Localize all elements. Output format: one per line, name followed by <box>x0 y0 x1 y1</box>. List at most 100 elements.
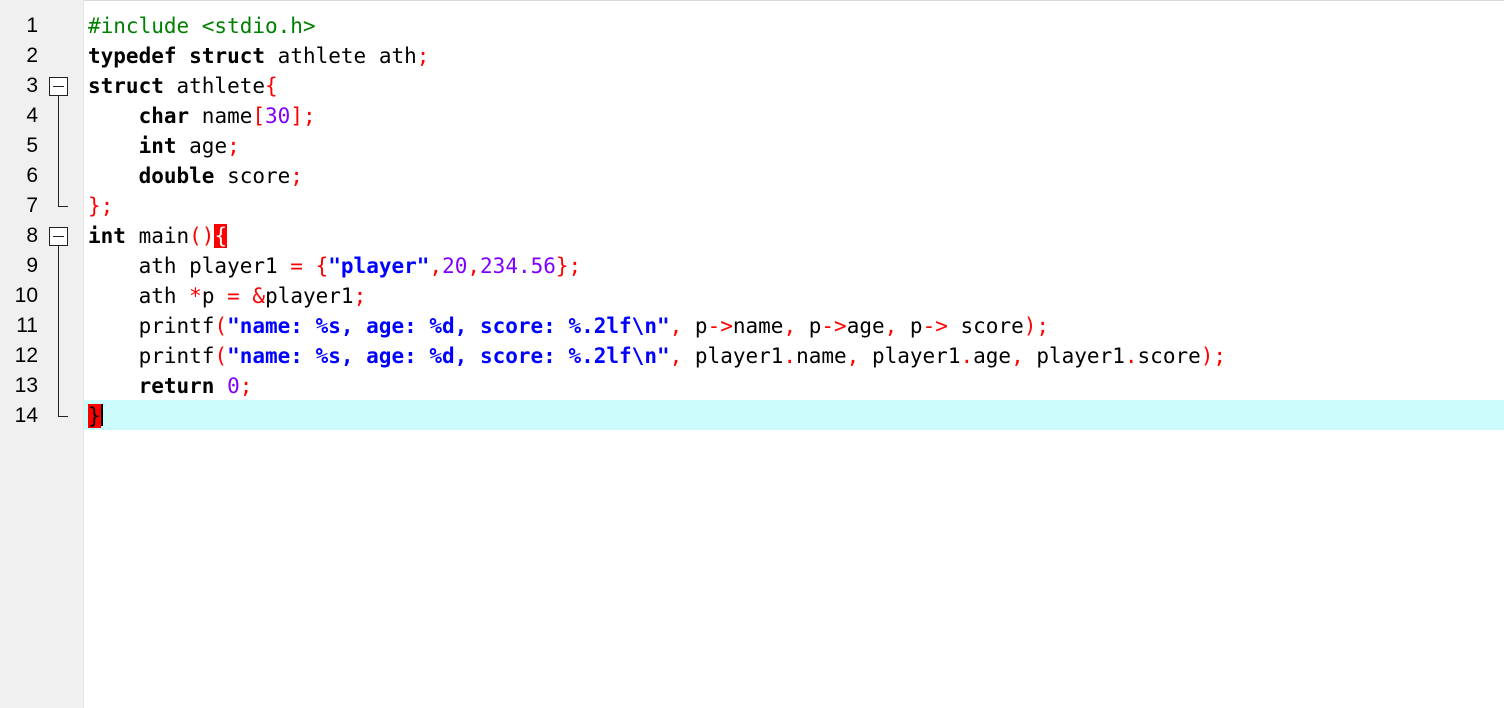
code-line[interactable]: printf("name: %s, age: %d, score: %.2lf\… <box>88 311 1049 341</box>
code-token: return <box>138 374 215 398</box>
code-line[interactable]: double score; <box>88 161 303 191</box>
code-token: = <box>227 284 240 308</box>
code-token: & <box>252 284 266 308</box>
code-token: p <box>201 284 228 308</box>
line-number: 13 <box>14 374 38 397</box>
code-token: ; <box>239 374 253 398</box>
code-token: , <box>783 314 797 338</box>
code-token: ; <box>353 284 367 308</box>
line-number-gutter: 1 2 3 4 5 6 7 8 9 10 11 12 13 14 <box>0 0 84 708</box>
code-line[interactable]: #include <stdio.h> <box>88 11 316 41</box>
code-token: () <box>189 224 215 248</box>
code-token: ; <box>290 164 303 188</box>
code-token: p <box>682 314 708 338</box>
code-token: ; <box>227 134 240 158</box>
fold-guide-line <box>58 96 59 206</box>
code-line[interactable]: } <box>88 401 101 431</box>
code-token: char <box>138 104 190 128</box>
code-token: ( <box>214 314 228 338</box>
line-number: 3 <box>26 74 38 97</box>
fold-collapse-icon[interactable] <box>49 77 68 96</box>
code-token: main <box>125 224 190 248</box>
line-number: 9 <box>26 254 38 277</box>
fold-end-marker <box>58 416 68 417</box>
code-token: { <box>315 254 329 278</box>
code-token: int <box>88 224 126 248</box>
code-token: struct <box>88 74 164 98</box>
code-token: . <box>783 344 797 368</box>
code-token: [ <box>252 104 266 128</box>
code-token: -> <box>707 314 733 338</box>
code-token: player1 <box>265 284 354 308</box>
code-line[interactable]: printf("name: %s, age: %d, score: %.2lf\… <box>88 341 1226 371</box>
code-token: ); <box>1200 344 1227 368</box>
code-token: printf <box>88 344 215 368</box>
code-line[interactable]: struct athlete{ <box>88 71 278 101</box>
line-number: 7 <box>26 194 38 217</box>
code-line[interactable]: typedef struct athlete ath; <box>88 41 429 71</box>
code-token: , <box>467 254 481 278</box>
fold-guide-line <box>58 246 59 416</box>
code-token: ath <box>88 284 190 308</box>
code-token: score <box>1137 344 1201 368</box>
code-token: "name: %s, age: %d, score: %.2lf\n" <box>227 344 670 368</box>
code-token: player1 <box>1023 344 1125 368</box>
code-token: "name: %s, age: %d, score: %.2lf\n" <box>227 314 670 338</box>
code-token: struct <box>189 44 266 68</box>
code-token: 20 <box>442 254 468 278</box>
code-token: } <box>88 404 101 428</box>
line-number: 1 <box>26 14 38 37</box>
code-token: athlete ath <box>265 44 417 68</box>
code-token: . <box>960 344 974 368</box>
code-token: , <box>669 344 683 368</box>
text-caret <box>101 404 103 426</box>
line-number: 4 <box>26 104 38 127</box>
code-token: }; <box>555 254 582 278</box>
fold-collapse-icon[interactable] <box>49 227 68 246</box>
code-token: ; <box>416 44 430 68</box>
code-token: score <box>214 164 291 188</box>
code-token: { <box>214 224 228 248</box>
code-token: score <box>947 314 1024 338</box>
code-token: player1 <box>682 344 784 368</box>
code-token: name <box>796 344 847 368</box>
code-token: name <box>189 104 253 128</box>
code-token: , <box>884 314 898 338</box>
code-token: p <box>796 314 822 338</box>
code-editor[interactable]: 1 2 3 4 5 6 7 8 9 10 11 12 13 14 #include <stdio.h> ty… <box>0 0 1504 708</box>
code-token: double <box>138 164 215 188</box>
code-line[interactable]: int age; <box>88 131 240 161</box>
code-token: p <box>897 314 923 338</box>
line-number: 11 <box>16 314 38 337</box>
code-line[interactable]: ath player1 = {"player",20,234.56}; <box>88 251 582 281</box>
code-line[interactable]: return 0; <box>88 371 253 401</box>
code-token: 30 <box>265 104 291 128</box>
code-token: -> <box>922 314 948 338</box>
line-number: 12 <box>14 344 38 367</box>
code-token: , <box>669 314 683 338</box>
code-token: player1 <box>859 344 961 368</box>
code-line[interactable]: char name[30]; <box>88 101 316 131</box>
line-number: 10 <box>14 284 38 307</box>
code-token: "player" <box>328 254 430 278</box>
code-token: ( <box>214 344 228 368</box>
line-number: 5 <box>26 134 38 157</box>
code-token: int <box>138 134 177 158</box>
code-token: typedef <box>88 44 177 68</box>
code-line[interactable]: }; <box>88 191 113 221</box>
code-line[interactable]: int main(){ <box>88 221 228 251</box>
code-line[interactable]: ath *p = &player1; <box>88 281 367 311</box>
code-token: , <box>429 254 443 278</box>
line-number: 14 <box>14 404 38 427</box>
code-token: #include <stdio.h> <box>88 14 316 38</box>
code-token: ath player1 <box>88 254 291 278</box>
code-token: . <box>1124 344 1138 368</box>
code-token: }; <box>88 194 114 218</box>
line-number: 6 <box>26 164 38 187</box>
